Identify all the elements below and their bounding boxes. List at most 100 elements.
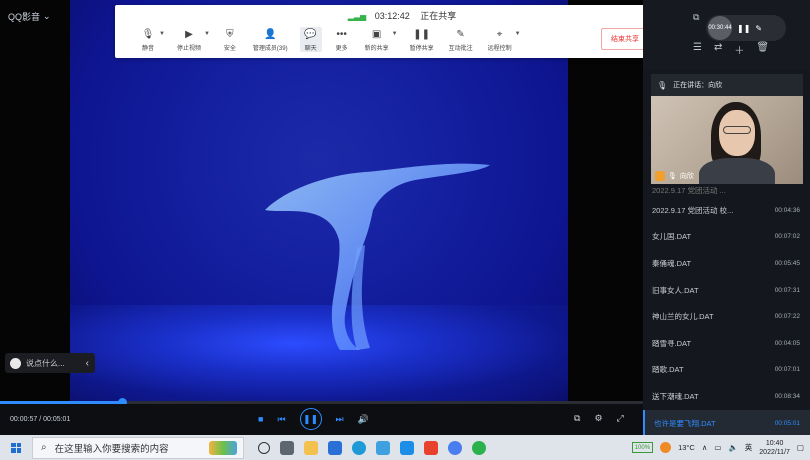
playlist-item[interactable]: 秦俑魂.DAT 00:05:45	[643, 250, 810, 277]
clock-date: 2022/11/7	[759, 448, 790, 456]
dropdown-caret-icon[interactable]: ▼	[392, 31, 398, 52]
camera-preview[interactable]: 🎙 向欣	[651, 96, 803, 184]
file-explorer-icon[interactable]	[304, 440, 318, 455]
next-icon[interactable]: ⏭	[336, 414, 344, 425]
clock-time: 10:40	[765, 439, 784, 447]
playlist-item[interactable]: 女儿国.DAT 00:07:02	[643, 224, 810, 251]
delete-icon[interactable]: 🗑	[756, 42, 769, 57]
edit-icon[interactable]: ✎	[755, 24, 762, 33]
taskbar-search[interactable]: ⌕ 在这里输入你要搜索的内容	[32, 436, 244, 459]
toolbar-button[interactable]: ⌖ 远程控制	[485, 27, 515, 53]
ime-indicator[interactable]: 英	[745, 442, 753, 453]
playlist-item[interactable]: 踏雪寻.DAT 00:04:05	[643, 330, 810, 357]
network-icon[interactable]: ▭	[714, 443, 721, 452]
settings-icon[interactable]: ⚙	[594, 413, 602, 424]
meeting-app-icon[interactable]	[328, 440, 342, 455]
dropdown-caret-icon[interactable]: ▼	[515, 31, 521, 52]
speaking-indicator: 🎙 正在讲话：向欣	[651, 74, 803, 96]
loop-icon[interactable]: ⇄	[714, 42, 722, 57]
playlist-item[interactable]: 旧事女人.DAT 00:07:31	[643, 277, 810, 304]
playlist-item-name: 踏雪寻.DAT	[652, 338, 692, 348]
toolbar-button-label: 静音	[141, 46, 154, 52]
video-frame[interactable]	[70, 0, 568, 401]
word-processor-icon[interactable]	[376, 440, 390, 455]
toolbar-button[interactable]: ▣ 新的共享	[362, 27, 392, 53]
player-app-title: QQ影音	[8, 12, 41, 22]
playlist-item[interactable]: 踏歌.DAT 00:07:01	[643, 357, 810, 384]
end-share-button[interactable]: 结束共享	[601, 28, 649, 50]
danmaku-input[interactable]: 说点什么... ‹	[5, 353, 95, 373]
pause-button[interactable]: ❚❚	[299, 408, 322, 430]
playlist-item-duration: 00:07:01	[774, 366, 800, 374]
emoji-icon[interactable]	[10, 357, 21, 369]
volume-icon[interactable]: 🔊	[358, 414, 369, 425]
members-icon: 👤	[264, 28, 277, 40]
playlist-item[interactable]: 神山兰的女儿.DAT 00:07:22	[643, 303, 810, 330]
toolbar-button[interactable]: ••• 更多	[331, 27, 353, 53]
task-view-icon[interactable]	[280, 440, 294, 455]
notification-icon[interactable]: ▢	[797, 443, 804, 452]
toolbar-button[interactable]: ✎ 互动批注	[446, 27, 476, 53]
previous-icon[interactable]: ⏮	[277, 414, 285, 425]
playlist: 2022.9.17 党团活动 ... 2022.9.17 党团活动 校... 00:…	[643, 184, 810, 437]
player-title[interactable]: QQ影音 ⌄	[8, 10, 51, 23]
participant-glasses	[723, 126, 751, 134]
playlist-item[interactable]: 2022.9.17 党团活动 ...	[643, 184, 810, 197]
playback-buttons: ■ ⏮ ❚❚ ⏭ 🔊	[258, 408, 369, 430]
dropdown-caret-icon[interactable]: ▼	[159, 31, 165, 52]
toolbar-button-label: 聊天	[304, 46, 317, 52]
toolbar-button-label: 管理成员(39)	[252, 46, 288, 52]
toolbar-item-wrap: ▣ 新的共享 ▼	[362, 27, 398, 53]
playlist-item-duration: 00:04:05	[774, 339, 800, 347]
fullscreen-icon[interactable]: ⤢	[617, 413, 624, 424]
right-panel: ⧉ 00:30:44 ❚❚ ✎ ☰ ⇄ ＋ 🗑 🎙 正在讲话：向欣 🎙 向欣 2…	[643, 0, 810, 437]
screen: { "player": { "app_title": "QQ影音", "titl…	[0, 0, 810, 460]
list-icon[interactable]: ☰	[693, 42, 702, 57]
edge-icon[interactable]	[352, 440, 366, 455]
chevron-down-icon: ⌄	[43, 11, 51, 21]
toolbar-button[interactable]: 💬 聊天	[299, 27, 322, 52]
screenshot-icon[interactable]: ⧉	[693, 12, 699, 23]
toolbar-button-label: 新的共享	[364, 46, 389, 52]
recording-time: 00:30:44	[708, 16, 732, 40]
toolbar-items: 🎙 静音 ▼ ▶ 停止视频 ▼ ⛨ 安全 👤 管理成员(39) 💬 聊天 ••• 更多 ▣ 新的共享 ▼ ❚❚ 暂停…	[137, 27, 530, 52]
battery-indicator[interactable]: 100%	[631, 442, 654, 453]
playlist-item-duration: 00:04:36	[774, 206, 800, 214]
toolbar-item-wrap: ••• 更多	[331, 27, 353, 53]
window-controls: ⧉	[693, 12, 699, 23]
stop-icon[interactable]: ■	[258, 414, 263, 424]
more-icon: •••	[336, 28, 347, 40]
video-area[interactable]: QQ影音 ⌄ 说点什么... ‹	[0, 0, 643, 401]
add-icon[interactable]: ＋	[734, 42, 744, 57]
clock[interactable]: 10:40 2022/11/7	[759, 439, 790, 457]
playlist-item-duration: 00:07:22	[774, 313, 800, 321]
cortana-icon[interactable]	[258, 441, 270, 454]
toolbar-button[interactable]: 🎙 静音	[137, 27, 159, 53]
toolbar-button[interactable]: 👤 管理成员(39)	[250, 27, 291, 53]
playlist-item[interactable]: 也许是要飞翔.DAT 00:05:01	[643, 409, 810, 437]
start-button[interactable]	[0, 442, 32, 453]
playlist-item[interactable]: 2022.9.17 党团活动 校... 00:04:36	[643, 197, 810, 224]
playlist-item[interactable]: 送下潮魂.DAT 00:08:34	[643, 383, 810, 410]
pause-recording-icon[interactable]: ❚❚	[737, 24, 750, 33]
tray-expand-icon[interactable]: ∧	[702, 443, 708, 452]
screenshot-tool-icon[interactable]: ⧉	[574, 413, 580, 424]
collapse-chevron-icon[interactable]: ‹	[86, 358, 89, 369]
mic-icon: 🎙	[657, 80, 668, 90]
mail-icon[interactable]	[400, 440, 414, 455]
playlist-item-name: 秦俑魂.DAT	[652, 258, 692, 268]
share-elapsed: 03:12:42	[374, 11, 410, 21]
qq-icon[interactable]	[448, 440, 462, 455]
camera-name: 向欣	[679, 173, 694, 180]
playlist-item-name: 2022.9.17 党团活动 校...	[652, 205, 734, 215]
toolbar-button[interactable]: ⛨ 安全	[219, 27, 241, 53]
wechat-icon[interactable]	[472, 440, 486, 455]
speaker-icon[interactable]: 🔈	[728, 443, 737, 452]
dropdown-caret-icon[interactable]: ▼	[204, 31, 210, 52]
temperature[interactable]: 13°C	[678, 443, 695, 452]
recording-pill[interactable]: 00:30:44 ❚❚ ✎	[706, 15, 786, 41]
system-tray: 100% 13°C ∧ ▭ 🔈 英 10:40 2022/11/7 ▢	[631, 435, 804, 460]
toolbar-button[interactable]: ❚❚ 暂停共享	[407, 27, 437, 53]
toolbar-button[interactable]: ▶ 停止视频	[174, 27, 204, 53]
wps-icon[interactable]	[424, 440, 438, 455]
